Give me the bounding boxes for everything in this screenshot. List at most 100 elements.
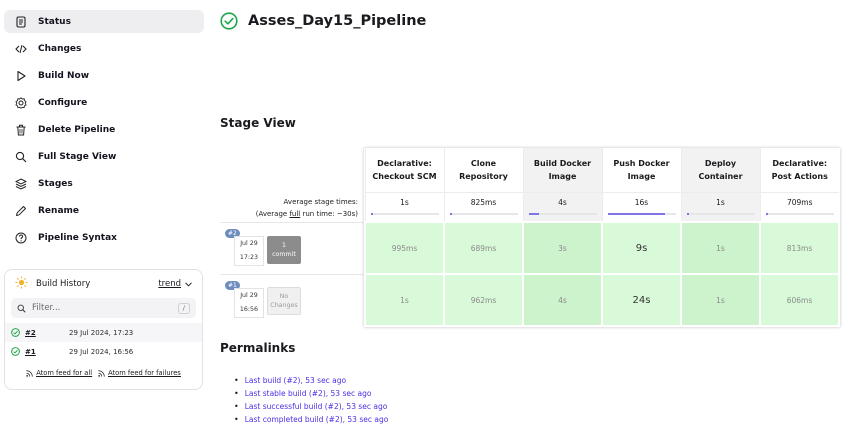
pencil-icon: [14, 204, 28, 218]
atom-feed-all-link[interactable]: Atom feed for all: [26, 369, 92, 377]
average-time-bar: [528, 212, 597, 215]
filter-shortcut-key: /: [177, 302, 190, 314]
average-time: 1s: [716, 197, 725, 207]
build-number-link[interactable]: #1: [25, 348, 69, 356]
average-stage-times-label: Average stage times: (Average full run t…: [220, 196, 358, 220]
stage-view-table: Declarative: Checkout SCM Clone Repository…: [364, 148, 840, 327]
avg-full-prefix: (Average: [255, 210, 290, 218]
average-time-bar-fill: [449, 212, 453, 215]
sidebar-item-changes[interactable]: Changes: [4, 37, 204, 60]
build-date: 29 Jul 2024, 17:23: [69, 328, 134, 337]
permalink-last-stable-build[interactable]: Last stable build (#2), 53 sec ago: [234, 387, 388, 400]
atom-feed-failures-label: Atom feed for failures: [108, 369, 181, 377]
build-row[interactable]: #1 29 Jul 2024, 16:56: [5, 342, 202, 361]
stage-cell[interactable]: 3s: [522, 221, 603, 275]
stage-header: Declarative: Post Actions: [759, 148, 839, 192]
changes-count: 1: [281, 242, 286, 249]
average-time-bar-fill: [686, 212, 690, 215]
average-time-bar: [686, 212, 755, 215]
stage-name: Image: [548, 171, 577, 181]
stage-cell[interactable]: 1s: [680, 273, 761, 327]
stage-header-row: Declarative: Checkout SCM Clone Repository…: [364, 148, 839, 192]
filter-input[interactable]: Filter... /: [11, 298, 196, 318]
sidebar-item-label: Pipeline Syntax: [38, 233, 117, 244]
stage-name: Clone: [470, 158, 497, 168]
permalink-last-completed-build[interactable]: Last completed build (#2), 53 sec ago: [234, 413, 389, 426]
sun-icon: [15, 276, 28, 292]
stage-cell[interactable]: 24s: [601, 273, 682, 327]
sidebar-item-status[interactable]: Status: [4, 10, 204, 33]
sidebar-item-label: Delete Pipeline: [38, 124, 116, 135]
sidebar-item-label: Build Now: [38, 70, 90, 81]
average-time-bar: [607, 212, 676, 215]
stage-cell[interactable]: 689ms: [443, 221, 524, 275]
average-time-cell: 825ms: [443, 191, 523, 222]
average-time-bar-fill: [370, 212, 373, 215]
page-header: Asses_Day15_Pipeline: [220, 12, 426, 30]
stage-name: Repository: [459, 171, 508, 181]
status-icon: [14, 15, 28, 29]
average-time: 16s: [634, 197, 649, 207]
stage-name: Build Docker: [533, 158, 592, 168]
play-icon: [14, 69, 28, 83]
stage-cell[interactable]: 1s: [680, 221, 761, 275]
average-time-bar-fill: [528, 212, 540, 215]
avg-full-suffix: run time: ~30s): [300, 210, 358, 218]
atom-feed-all-label: Atom feed for all: [36, 369, 93, 377]
sidebar-item-label: Rename: [38, 206, 79, 217]
code-icon: [14, 42, 28, 56]
stage-cell[interactable]: 4s: [522, 273, 603, 327]
average-time-bar: [765, 212, 834, 215]
atom-feed-failures-link[interactable]: Atom feed for failures: [98, 369, 181, 377]
success-icon: [11, 347, 20, 356]
average-time-bar: [370, 212, 439, 215]
stage-name: Image: [627, 171, 656, 181]
stage-name: Declarative:: [377, 158, 432, 168]
permalink-last-successful-build[interactable]: Last successful build (#2), 53 sec ago: [234, 400, 388, 413]
average-time: 1s: [400, 197, 409, 207]
layers-icon: [14, 177, 28, 191]
average-times-row: 1s 825ms 4s 16s 1s 709ms: [364, 191, 839, 222]
sidebar-item-label: Full Stage View: [38, 151, 117, 162]
changes-box[interactable]: No Changes: [267, 287, 301, 315]
stage-header: Declarative: Checkout SCM: [364, 148, 444, 192]
permalink-last-build[interactable]: Last build (#2), 53 sec ago: [234, 374, 388, 387]
search-icon: [17, 304, 26, 313]
sidebar: Status Changes Build Now Configure Delet…: [4, 10, 204, 254]
success-icon: [11, 328, 20, 337]
changes-count: No: [279, 293, 289, 300]
permalinks-heading: Permalinks: [220, 341, 296, 355]
stage-run-row: 995ms 689ms 3s 9s 1s 813ms: [364, 221, 840, 275]
stage-cell[interactable]: 606ms: [759, 273, 840, 327]
sidebar-item-delete-pipeline[interactable]: Delete Pipeline: [4, 118, 204, 141]
stage-cell[interactable]: 995ms: [364, 221, 445, 275]
changes-box[interactable]: 1 commit: [267, 236, 301, 264]
sidebar-item-configure[interactable]: Configure: [4, 91, 204, 114]
sidebar-item-label: Stages: [38, 179, 73, 190]
help-icon: [14, 231, 28, 245]
sidebar-item-rename[interactable]: Rename: [4, 200, 204, 223]
stage-cell[interactable]: 9s: [601, 221, 682, 275]
avg-full-word: full: [289, 210, 301, 218]
avg-stage-times-text: Average stage times:: [283, 198, 358, 206]
sidebar-item-pipeline-syntax[interactable]: Pipeline Syntax: [4, 227, 204, 250]
trend-link[interactable]: trend: [158, 279, 192, 289]
stage-run-row: 1s 962ms 4s 24s 1s 606ms: [364, 273, 840, 327]
build-time: 16:56: [239, 306, 259, 313]
sidebar-item-build-now[interactable]: Build Now: [4, 64, 204, 87]
stage-header: Deploy Container: [680, 148, 760, 192]
search-icon: [14, 150, 28, 164]
stage-header: Build Docker Image: [522, 148, 602, 192]
build-row[interactable]: #2 29 Jul 2024, 17:23: [5, 323, 202, 342]
sidebar-item-full-stage-view[interactable]: Full Stage View: [4, 145, 204, 168]
sidebar-item-stages[interactable]: Stages: [4, 173, 204, 196]
rss-icon: [26, 369, 33, 377]
build-history-panel: Build History trend Filter... / #2 29 Ju…: [4, 269, 203, 390]
trend-label: trend: [158, 279, 181, 289]
stage-cell[interactable]: 813ms: [759, 221, 840, 275]
average-time: 709ms: [786, 197, 813, 207]
stage-cell[interactable]: 1s: [364, 273, 445, 327]
build-time: 17:23: [239, 254, 259, 261]
build-number-link[interactable]: #2: [25, 329, 69, 337]
stage-cell[interactable]: 962ms: [443, 273, 524, 327]
